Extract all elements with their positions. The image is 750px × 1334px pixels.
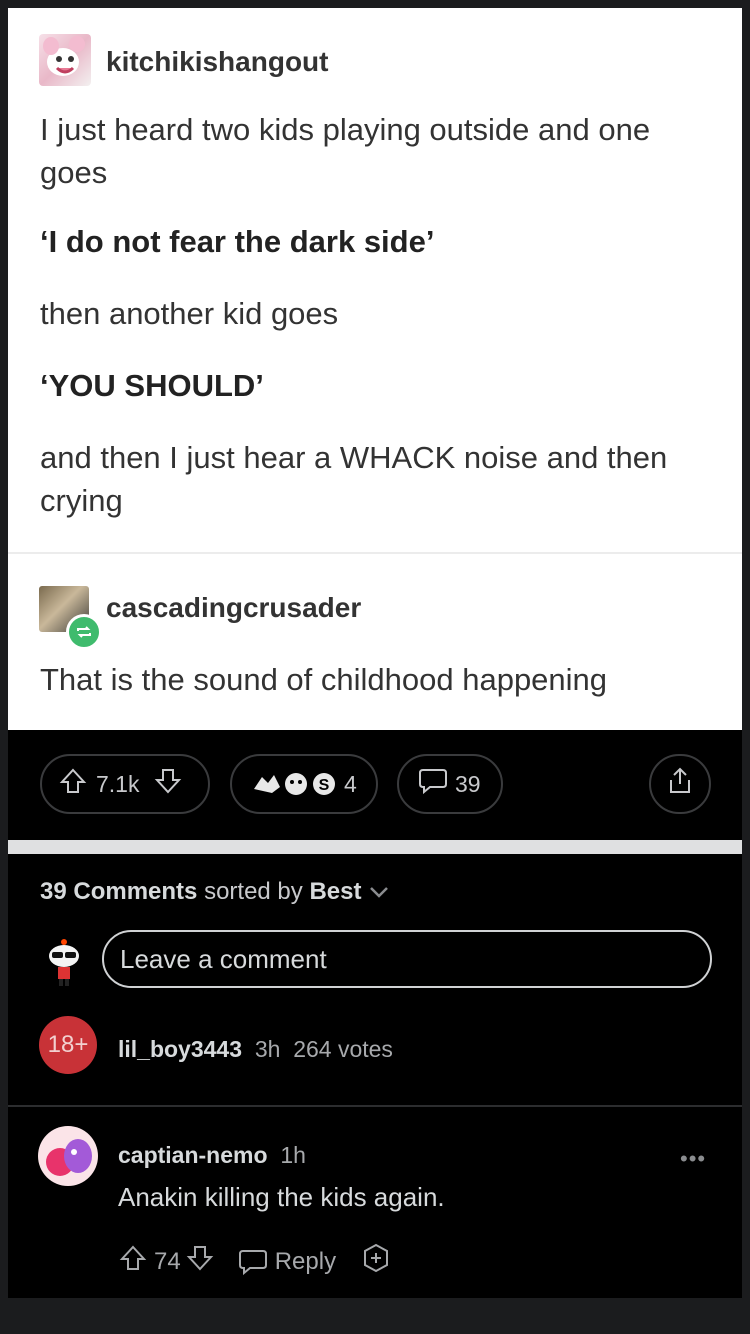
vote-count: 7.1k	[96, 770, 140, 797]
screenshot-frame: kitchikishangout I just heard two kids p…	[8, 8, 742, 1298]
svg-text:S: S	[319, 777, 330, 794]
downvote-icon[interactable]	[153, 766, 183, 802]
comments-button[interactable]: 39	[397, 754, 503, 814]
post-action-bar: 7.1k S 4 39	[8, 730, 742, 840]
sorted-by-label: sorted by	[204, 878, 303, 905]
reblog-icon	[66, 614, 102, 650]
sort-value: Best	[309, 878, 362, 905]
reblog-text: That is the sound of childhood happening	[40, 662, 608, 697]
commenter-avatar[interactable]	[38, 1126, 98, 1186]
comments-count-label: 39 Comments	[40, 878, 198, 905]
comment-separator	[8, 1105, 742, 1107]
reply-button[interactable]: Reply	[237, 1247, 336, 1277]
comments-count: 39	[455, 770, 481, 797]
post-line-4: ‘YOU SHOULD’	[40, 368, 264, 403]
share-icon	[665, 766, 695, 802]
comment-input[interactable]: Leave a comment	[102, 930, 712, 988]
awards-count: 4	[344, 770, 357, 797]
post-line-5: and then I just hear a WHACK noise and t…	[40, 440, 668, 518]
more-options-icon[interactable]: •••	[680, 1146, 706, 1172]
collapsed-comment-username[interactable]: lil_boy3443	[118, 1036, 242, 1062]
comment-meta: captian-nemo 1h	[118, 1142, 306, 1169]
comment-text: Anakin killing the kids again.	[118, 1182, 445, 1212]
post-image[interactable]: kitchikishangout I just heard two kids p…	[8, 8, 742, 730]
comment-sort-bar[interactable]: 39 Comments sorted by Best	[40, 878, 390, 906]
comment-username[interactable]: captian-nemo	[118, 1142, 268, 1168]
upvote-icon[interactable]	[58, 766, 88, 802]
chevron-down-icon	[368, 878, 390, 905]
post-line-1: I just heard two kids playing outside an…	[40, 112, 651, 190]
comment-age: 1h	[280, 1142, 306, 1168]
reply-label: Reply	[274, 1247, 337, 1275]
collapsed-comment-meta[interactable]: lil_boy3443 3h 264 votes	[118, 1036, 393, 1063]
section-divider	[8, 840, 742, 854]
collapsed-comment-votes: 264 votes	[293, 1036, 393, 1062]
user-avatar	[46, 938, 82, 986]
collapsed-comment-age: 3h	[254, 1036, 281, 1062]
reblog-divider	[8, 552, 742, 554]
vote-pill: 7.1k	[40, 754, 210, 814]
comment-vote-count: 74	[154, 1247, 181, 1275]
award-icons: S	[250, 769, 338, 799]
post-line-3: then another kid goes	[40, 296, 339, 331]
comment-actions: 74 Reply	[118, 1242, 392, 1281]
reply-icon	[238, 1249, 267, 1275]
op-username[interactable]: kitchikishangout	[106, 46, 328, 78]
awards-button[interactable]: S 4	[230, 754, 378, 814]
nsfw-avatar-badge: 18+	[39, 1016, 97, 1074]
award-plus-icon[interactable]	[360, 1242, 392, 1281]
op-avatar	[39, 34, 91, 86]
post-line-2: ‘I do not fear the dark side’	[40, 224, 435, 259]
comment-downvote-icon[interactable]	[185, 1243, 215, 1280]
comment-bubble-icon	[417, 766, 449, 802]
comment-upvote-icon[interactable]	[118, 1243, 148, 1280]
share-button[interactable]	[649, 754, 711, 814]
reblogger-username[interactable]: cascadingcrusader	[106, 592, 361, 624]
